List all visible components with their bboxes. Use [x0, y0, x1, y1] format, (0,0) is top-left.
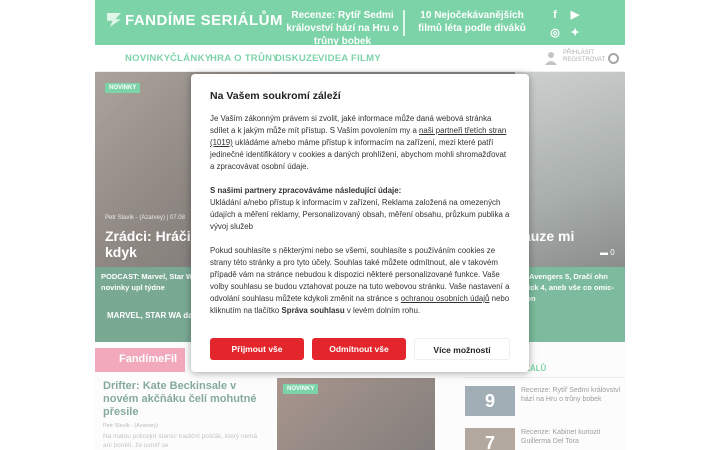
privacy-link[interactable]: ochranou osobních údajů [401, 294, 490, 303]
page: FANDÍME SERIÁLŮM Recenze: Rytíř Sedmi kr… [0, 0, 720, 450]
reject-all-button[interactable]: Odmítnout vše [312, 338, 406, 360]
consent-heading: S našimi partnery zpracováváme následují… [210, 186, 402, 195]
consent-paragraph-2: Ukládání a/nebo přístup k informacím v z… [210, 198, 510, 231]
consent-paragraph-3: Pokud souhlasíte s některými nebo se vše… [210, 246, 510, 315]
accept-all-button[interactable]: Přijmout vše [210, 338, 304, 360]
more-options-button[interactable]: Více možností [414, 338, 510, 360]
consent-dialog: Na Vašem soukromí záleží Je Vaším zákonn… [191, 74, 529, 372]
consent-paragraph-1: Je Vaším zákonným právem si zvolit, jaké… [210, 114, 507, 171]
consent-buttons: Přijmout vše Odmítnout vše Více možností [210, 338, 511, 360]
consent-title: Na Vašem soukromí záleží [210, 90, 341, 102]
